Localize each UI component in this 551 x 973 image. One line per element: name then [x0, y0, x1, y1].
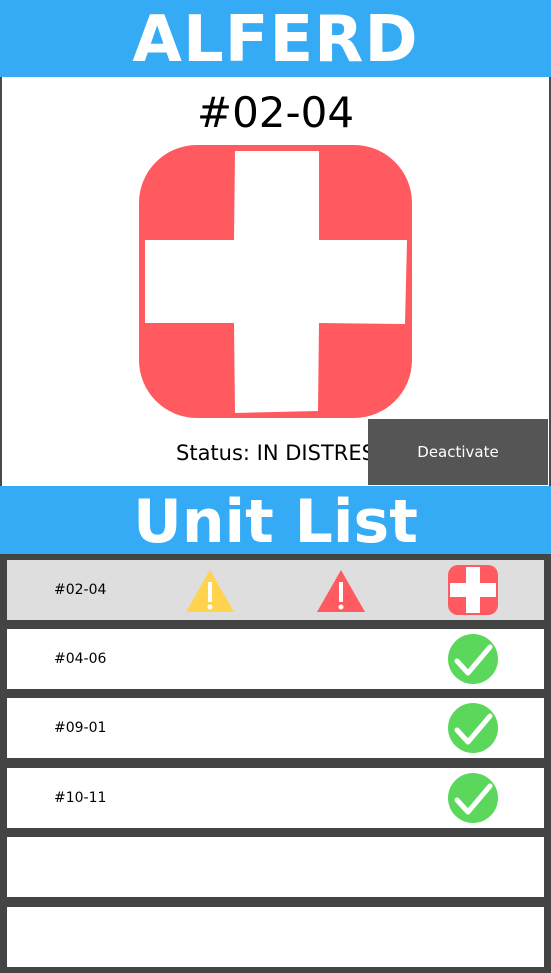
ok-check-icon: [448, 773, 498, 823]
unit-label: #02-04: [54, 582, 107, 598]
unit-label: #04-06: [54, 651, 107, 667]
list-item[interactable]: [7, 837, 544, 897]
list-item[interactable]: #10-11: [7, 768, 544, 828]
ok-check-icon: [448, 634, 498, 684]
unit-label: #10-11: [54, 790, 107, 806]
list-item[interactable]: #09-01: [7, 698, 544, 758]
unit-list-title: Unit List: [133, 487, 418, 557]
list-item[interactable]: [7, 907, 544, 967]
medical-cross-icon: [139, 145, 412, 418]
unit-label: #09-01: [54, 720, 107, 736]
deactivate-button[interactable]: Deactivate: [368, 419, 548, 485]
list-item[interactable]: #02-04: [7, 560, 544, 620]
list-item[interactable]: #04-06: [7, 629, 544, 689]
yellow-warning-icon: [186, 570, 234, 612]
unit-list: #02-04 #04-06 #09-01 #10-11: [0, 554, 551, 973]
app-title: ALFERD: [132, 3, 419, 77]
selected-unit-id: #02-04: [196, 88, 355, 137]
ok-check-icon: [448, 703, 498, 753]
red-warning-icon: [317, 570, 365, 612]
status-text: Status: IN DISTRESS: [176, 441, 389, 465]
medical-cross-icon: [448, 565, 498, 615]
